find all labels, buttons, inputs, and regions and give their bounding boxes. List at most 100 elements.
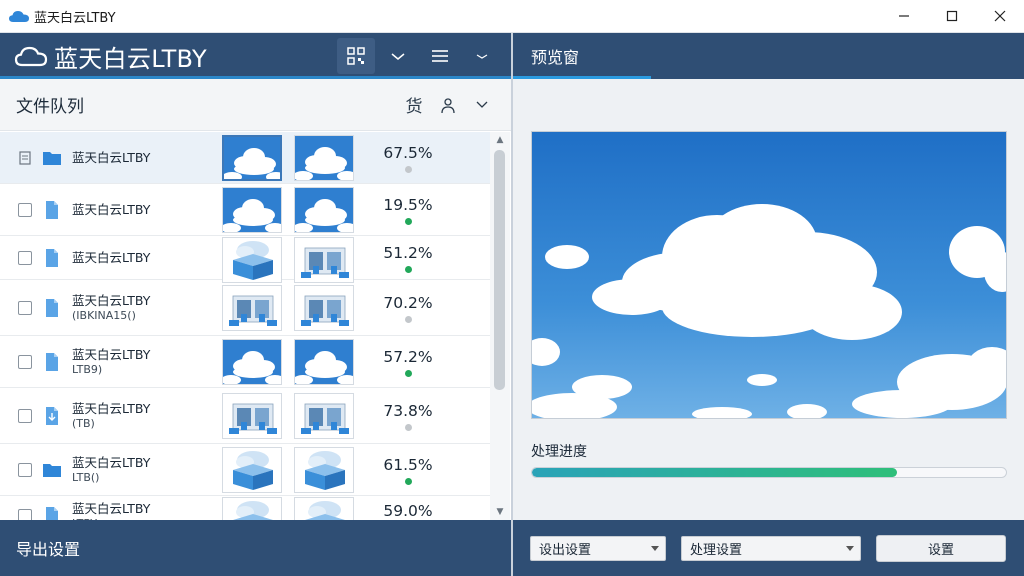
queue-tool-button[interactable]: 货 <box>397 90 431 120</box>
source-thumbnail[interactable] <box>222 497 282 520</box>
maximize-icon <box>946 10 958 22</box>
result-thumbnail[interactable] <box>294 393 354 439</box>
status-dot <box>405 218 412 225</box>
building-thumbnail <box>295 286 353 330</box>
source-thumbnail[interactable] <box>222 135 282 181</box>
progress-label: 处理进度 <box>531 444 587 460</box>
status-dot <box>405 266 412 273</box>
progress-percent: 51.2% <box>383 244 433 262</box>
cloud-box-thumbnail <box>295 448 353 492</box>
row-checkbox[interactable] <box>18 203 32 217</box>
queue-row[interactable]: 蓝天白云LTBY 51.2% <box>0 236 490 283</box>
status-dot <box>405 316 412 323</box>
file-icon <box>46 507 58 520</box>
file-name-text: 蓝天白云LTBY <box>72 250 151 265</box>
cloud-box-thumbnail <box>223 238 281 282</box>
file-name-text: 蓝天白云LTBY <box>72 347 151 362</box>
queue-row[interactable]: 蓝天白云LTBY (IBKINA15() 70.2% <box>0 280 490 336</box>
queue-row[interactable]: 蓝天白云LTBY 19.5% <box>0 184 490 236</box>
caret-down-icon <box>846 546 854 551</box>
row-checkbox[interactable] <box>18 409 32 423</box>
export-settings-select[interactable]: 设出设置 <box>530 536 666 561</box>
queue-row[interactable]: 蓝天白云LTBY LTB9) 57.2% <box>0 336 490 388</box>
row-checkbox[interactable] <box>18 301 32 315</box>
source-thumbnail[interactable] <box>222 447 282 493</box>
file-name-sub: (IBKINA15() <box>72 309 136 322</box>
chevron-down-icon <box>476 101 488 108</box>
close-button[interactable] <box>976 0 1024 33</box>
export-settings-select-value: 设出设置 <box>539 543 592 558</box>
more-button[interactable] <box>463 38 501 74</box>
progress-bar <box>531 467 1007 478</box>
sky-thumbnail <box>295 188 353 232</box>
process-settings-select-value: 处理设置 <box>690 543 743 558</box>
menu-button[interactable] <box>421 38 459 74</box>
folder-icon <box>43 152 61 165</box>
folder-icon <box>43 464 61 477</box>
dropdown-button[interactable] <box>379 38 417 74</box>
queue-scrollbar[interactable]: ▲ ▼ <box>490 132 510 520</box>
sky-thumbnail <box>295 340 353 384</box>
status-dot <box>405 370 412 377</box>
result-thumbnail[interactable] <box>294 447 354 493</box>
scroll-down-icon[interactable]: ▼ <box>494 506 506 518</box>
progress-percent: 70.2% <box>383 294 433 312</box>
minimize-icon <box>899 15 909 17</box>
progress-percent: 19.5% <box>383 196 433 214</box>
settings-button[interactable]: 设置 <box>876 535 1006 562</box>
user-button[interactable] <box>431 90 465 120</box>
file-name: 蓝天白云LTBYLTBY <box>72 501 150 520</box>
file-name: 蓝天白云LTBY <box>72 150 150 165</box>
source-thumbnail[interactable] <box>222 285 282 331</box>
progress-percent: 59.0% <box>383 502 433 520</box>
scroll-up-icon[interactable]: ▲ <box>494 134 506 146</box>
progress-percent: 73.8% <box>383 402 433 420</box>
result-thumbnail[interactable] <box>294 339 354 385</box>
right-footer: 设出设置 处理设置 设置 <box>513 520 1024 576</box>
file-name: 蓝天白云LTBY LTB9) <box>72 347 150 377</box>
row-checkbox[interactable] <box>18 509 32 520</box>
queue-collapse-button[interactable] <box>465 90 499 120</box>
queue-row[interactable]: 蓝天白云LTBYLTBY 59.0% <box>0 496 490 520</box>
app-brand-title: 蓝天白云LTBY <box>54 44 207 73</box>
row-checkbox[interactable] <box>18 355 32 369</box>
file-status-icon[interactable] <box>17 150 33 166</box>
preview-image <box>531 131 1007 419</box>
result-thumbnail[interactable] <box>294 237 354 283</box>
export-settings-label[interactable]: 导出设置 <box>16 536 80 560</box>
queue-row[interactable]: 蓝天白云LTBY LTB() 61.5% <box>0 444 490 496</box>
result-thumbnail[interactable] <box>294 285 354 331</box>
sky-thumbnail <box>223 340 281 384</box>
sky-thumbnail <box>295 136 353 180</box>
more-icon <box>476 54 488 59</box>
process-settings-select[interactable]: 处理设置 <box>681 536 861 561</box>
qr-code-button[interactable] <box>337 38 375 74</box>
source-thumbnail[interactable] <box>222 187 282 233</box>
file-name: 蓝天白云LTBY (IBKINA15() <box>72 293 150 323</box>
source-thumbnail[interactable] <box>222 339 282 385</box>
file-name-text: 蓝天白云LTBY <box>72 150 151 165</box>
status-dot <box>405 478 412 485</box>
queue-row[interactable]: 蓝天白云LTBY (TB) 73.8% <box>0 388 490 444</box>
status-dot <box>405 424 412 431</box>
row-checkbox[interactable] <box>18 463 32 477</box>
result-thumbnail[interactable] <box>294 497 354 520</box>
progress-fill <box>532 468 897 477</box>
maximize-button[interactable] <box>928 0 976 33</box>
scrollbar-thumb[interactable] <box>494 150 505 390</box>
queue-row[interactable]: 蓝天白云LTBY 67.5% <box>0 132 490 184</box>
app-header: 蓝天白云LTBY <box>0 33 511 79</box>
source-thumbnail[interactable] <box>222 393 282 439</box>
minimize-button[interactable] <box>880 0 928 33</box>
row-checkbox[interactable] <box>18 251 32 265</box>
app-window: 蓝天白云LTBY 蓝天白云LTBY 预览窗 文件队列 货 蓝天白云LTBY 67… <box>0 0 1024 576</box>
result-thumbnail[interactable] <box>294 135 354 181</box>
status-dot <box>405 166 412 173</box>
file-name: 蓝天白云LTBY (TB) <box>72 401 150 431</box>
file-name: 蓝天白云LTBY <box>72 202 150 217</box>
file-icon <box>46 299 58 317</box>
source-thumbnail[interactable] <box>222 237 282 283</box>
file-queue-list: 蓝天白云LTBY 67.5% 蓝天白云LTBY 19.5% 蓝天白云LTBY 51.2% 蓝… <box>0 132 490 520</box>
progress-percent: 61.5% <box>383 456 433 474</box>
result-thumbnail[interactable] <box>294 187 354 233</box>
